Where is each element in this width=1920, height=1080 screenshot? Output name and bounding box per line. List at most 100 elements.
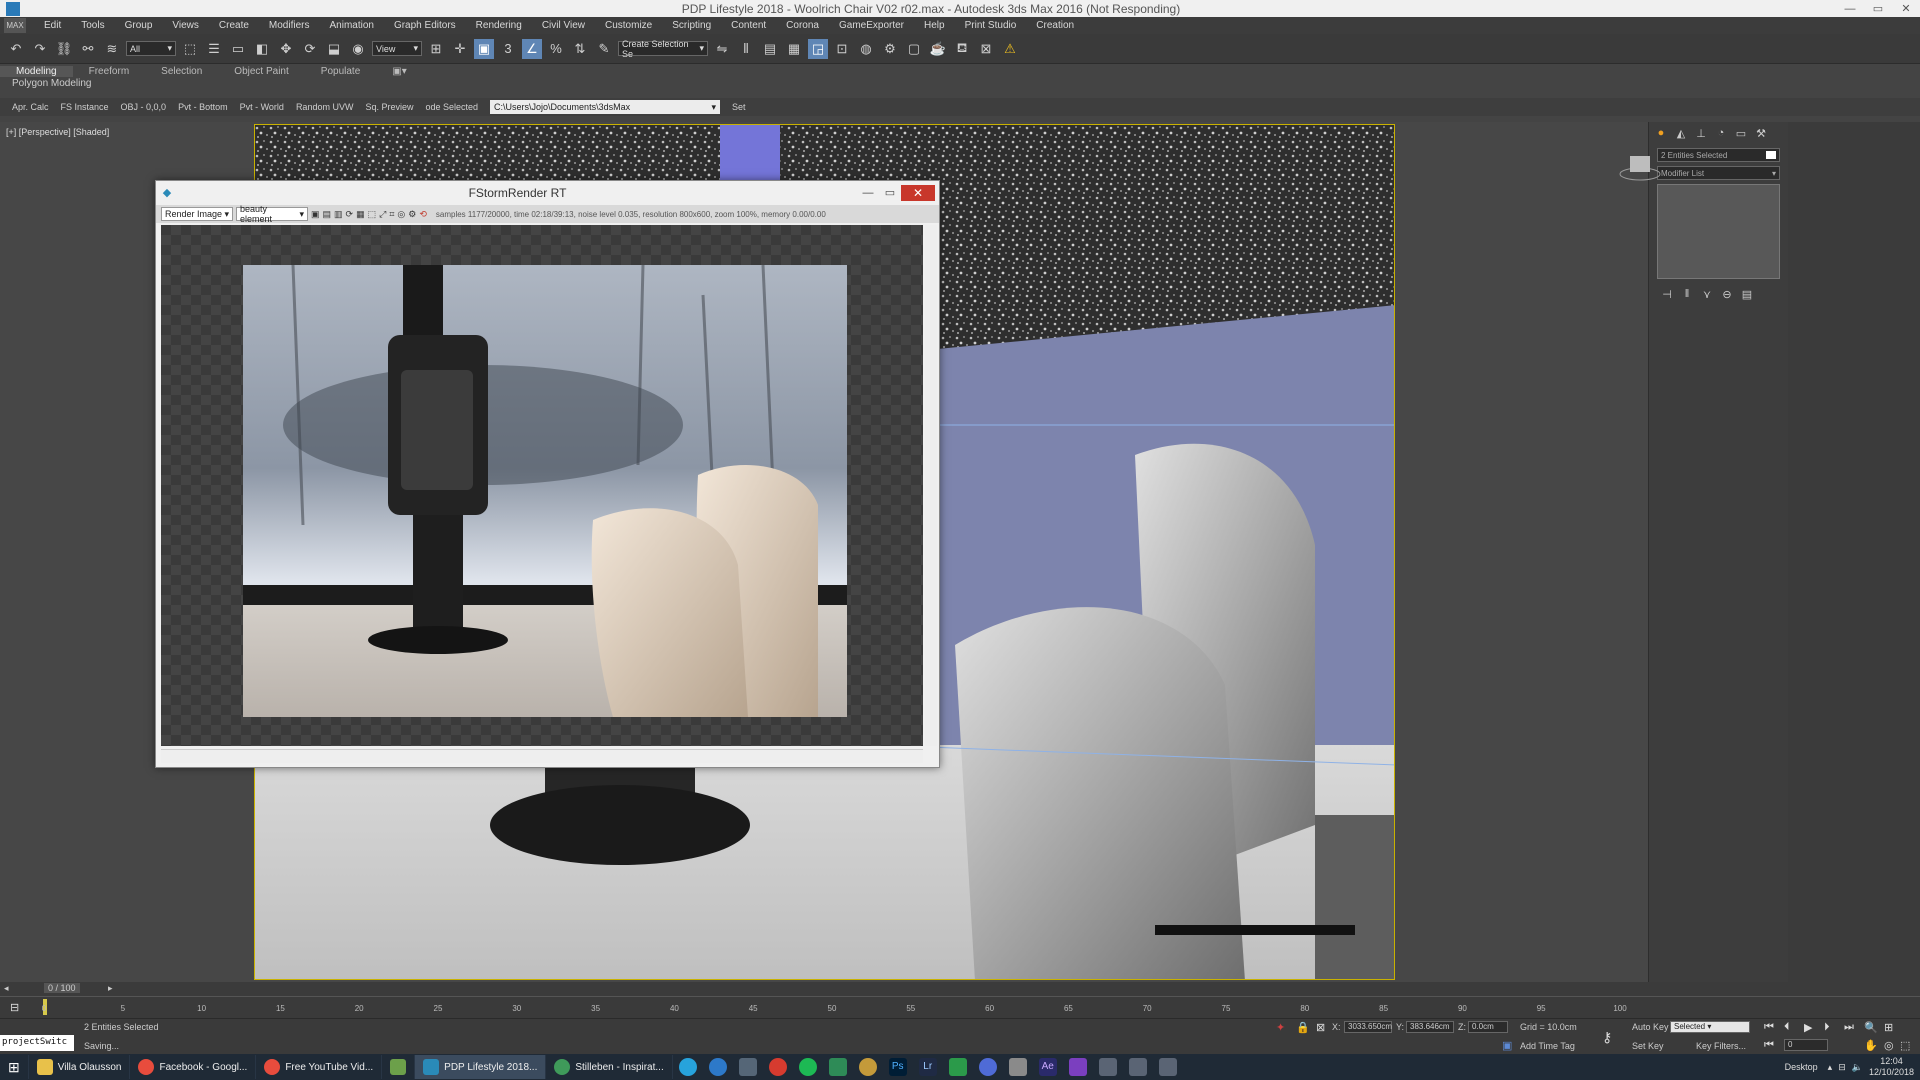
warning-icon[interactable]: ⚠ — [1000, 39, 1020, 59]
display-tab-icon[interactable]: ▭ — [1733, 126, 1749, 140]
render-vertical-scrollbar[interactable] — [925, 225, 937, 746]
maxscript-listener-field[interactable]: projectSwitc — [0, 1035, 74, 1051]
menu-corona[interactable]: Corona — [776, 20, 829, 31]
render-active-shade-icon[interactable]: ⊠ — [976, 39, 996, 59]
script-button-pvt-bottom[interactable]: Pvt - Bottom — [178, 102, 228, 112]
prev-frame-icon[interactable]: ⏴ — [1784, 1021, 1790, 1034]
script-button-apr-calc[interactable]: Apr. Calc — [12, 102, 49, 112]
fs-save-icon[interactable]: ▣ — [311, 209, 320, 220]
taskbar-app-chrome-youtube[interactable]: Free YouTube Vid... — [256, 1055, 383, 1079]
photoshop-icon[interactable]: Ps — [888, 1058, 907, 1076]
motion-tab-icon[interactable]: ◔ — [1713, 126, 1729, 140]
script-button-random-uvw[interactable]: Random UVW — [296, 102, 354, 112]
fs-crop-icon[interactable]: ⌗ — [389, 209, 394, 220]
monitor-icon-3[interactable] — [1158, 1058, 1177, 1076]
menu-modifiers[interactable]: Modifiers — [259, 20, 320, 31]
fs-region-icon[interactable]: ⬚ — [368, 209, 377, 220]
utilities-tab-icon[interactable]: ⚒ — [1753, 126, 1769, 140]
mail-icon[interactable] — [1008, 1058, 1027, 1076]
move-icon[interactable]: ✥ — [276, 39, 296, 59]
polygon-modeling-label[interactable]: Polygon Modeling — [12, 78, 92, 89]
taskbar-app-3dsmax[interactable]: PDP Lifestyle 2018... — [415, 1055, 547, 1079]
maximize-viewport-icon[interactable]: ⬚ — [1900, 1039, 1910, 1052]
tray-overflow-icon[interactable]: ▴ — [1828, 1062, 1833, 1073]
time-slider-prev-icon[interactable]: ◂ — [4, 983, 9, 994]
render-setup-icon[interactable]: ⚙ — [880, 39, 900, 59]
menu-group[interactable]: Group — [115, 20, 163, 31]
time-slider[interactable]: ◂ 0 / 100 ▸ — [0, 982, 1920, 996]
menu-creation[interactable]: Creation — [1026, 20, 1084, 31]
fs-zoom-fit-icon[interactable]: ⤢ — [379, 209, 386, 220]
menu-create[interactable]: Create — [209, 20, 259, 31]
object-name-field[interactable]: 2 Entities Selected — [1657, 148, 1780, 162]
current-frame-field[interactable]: 0 — [1784, 1039, 1828, 1051]
tab-selection[interactable]: Selection — [145, 66, 218, 77]
pan-icon[interactable]: ✋ — [1864, 1039, 1878, 1052]
fs-refresh-icon[interactable]: ⟳ — [346, 209, 354, 220]
menu-graph-editors[interactable]: Graph Editors — [384, 20, 466, 31]
close-button[interactable]: ✕ — [1892, 2, 1920, 15]
key-filters-button[interactable]: Key Filters... — [1696, 1041, 1746, 1051]
menu-scripting[interactable]: Scripting — [662, 20, 721, 31]
menu-content[interactable]: Content — [721, 20, 776, 31]
menu-print-studio[interactable]: Print Studio — [955, 20, 1027, 31]
monitor-icon-2[interactable] — [1128, 1058, 1147, 1076]
fstorm-minimize-button[interactable]: — — [857, 185, 879, 201]
menu-tools[interactable]: Tools — [71, 20, 114, 31]
scale-icon[interactable]: ⬓ — [324, 39, 344, 59]
placement-icon[interactable]: ◉ — [348, 39, 368, 59]
script-button-pvt-world[interactable]: Pvt - World — [240, 102, 284, 112]
fs-clone-icon[interactable]: ▥ — [334, 209, 343, 220]
orbit-icon[interactable]: ◎ — [1884, 1039, 1894, 1052]
project-path-field[interactable]: C:\Users\Jojo\Documents\3dsMax ▾ — [490, 100, 721, 114]
max-logo-icon[interactable]: MAX — [4, 18, 26, 33]
make-unique-icon[interactable]: ⋎ — [1699, 287, 1715, 301]
tab-populate[interactable]: Populate — [305, 66, 376, 77]
script-button-sq-preview[interactable]: Sq. Preview — [365, 102, 413, 112]
sheets-icon[interactable] — [828, 1058, 847, 1076]
skype-icon[interactable] — [678, 1058, 697, 1076]
play-icon[interactable]: ▶ — [1804, 1021, 1812, 1034]
teamviewer-icon[interactable] — [708, 1058, 727, 1076]
davinci-icon[interactable] — [858, 1058, 877, 1076]
reference-coord-dropdown[interactable]: View ▾ — [372, 41, 422, 56]
curve-editor-icon[interactable]: ◲ — [808, 38, 828, 59]
fs-stop-icon[interactable]: ⟲ — [419, 209, 427, 220]
zoom-icon[interactable]: 🔍 — [1864, 1021, 1878, 1034]
time-slider-frame[interactable]: 0 / 100 — [44, 983, 80, 993]
time-slider-next-icon[interactable]: ▸ — [108, 983, 113, 994]
render-production-icon[interactable]: ☕ — [928, 39, 948, 59]
taskbar-app-chrome-facebook[interactable]: Facebook - Googl... — [130, 1055, 257, 1079]
pivot-center-icon[interactable]: ⊞ — [426, 39, 446, 59]
spotify-icon[interactable] — [798, 1058, 817, 1076]
menu-views[interactable]: Views — [162, 20, 209, 31]
render-horizontal-scrollbar[interactable] — [161, 749, 923, 763]
taskbar-app-stilleben[interactable]: Stilleben - Inspirat... — [546, 1055, 673, 1079]
network-icon[interactable]: ⊟ — [1838, 1062, 1846, 1073]
align-icon[interactable]: ⫴ — [736, 39, 756, 59]
show-end-result-icon[interactable]: ‖ — [1679, 287, 1695, 301]
link-icon[interactable]: ⛓ — [54, 39, 74, 59]
volume-icon[interactable]: 🔈 — [1852, 1062, 1863, 1073]
fstorm-close-button[interactable]: ✕ — [901, 185, 935, 201]
monitor-icon[interactable] — [1098, 1058, 1117, 1076]
schematic-view-icon[interactable]: ⊡ — [832, 39, 852, 59]
keyboard-shortcut-override-icon[interactable]: ▣ — [474, 38, 494, 59]
modifier-list-dropdown[interactable]: Modifier List ▾ — [1657, 166, 1780, 180]
x-coord-field[interactable]: 3033.650cm — [1344, 1021, 1392, 1033]
minimize-button[interactable]: — — [1836, 3, 1864, 15]
modify-tab-icon[interactable]: ◭ — [1673, 126, 1689, 140]
z-coord-field[interactable]: 0.0cm — [1468, 1021, 1508, 1033]
render-mode-dropdown[interactable]: Render Image ▾ — [161, 207, 233, 221]
remove-modifier-icon[interactable]: ⊖ — [1719, 287, 1735, 301]
script-button-obj-origin[interactable]: OBJ - 0,0,0 — [121, 102, 167, 112]
layer-explorer-icon[interactable]: ▤ — [760, 39, 780, 59]
maximize-button[interactable]: ▭ — [1864, 2, 1892, 15]
rendered-frame-window-icon[interactable]: ▢ — [904, 39, 924, 59]
tab-object-paint[interactable]: Object Paint — [218, 66, 304, 77]
key-mode-dropdown[interactable]: Selected ▾ — [1670, 1021, 1750, 1033]
taskbar-app-explorer[interactable]: Villa Olausson — [29, 1055, 131, 1079]
selection-filter-dropdown[interactable]: All ▾ — [126, 41, 176, 56]
set-key-button[interactable]: Set Key — [1632, 1041, 1664, 1051]
render-element-dropdown[interactable]: beauty element ▾ — [236, 204, 308, 224]
